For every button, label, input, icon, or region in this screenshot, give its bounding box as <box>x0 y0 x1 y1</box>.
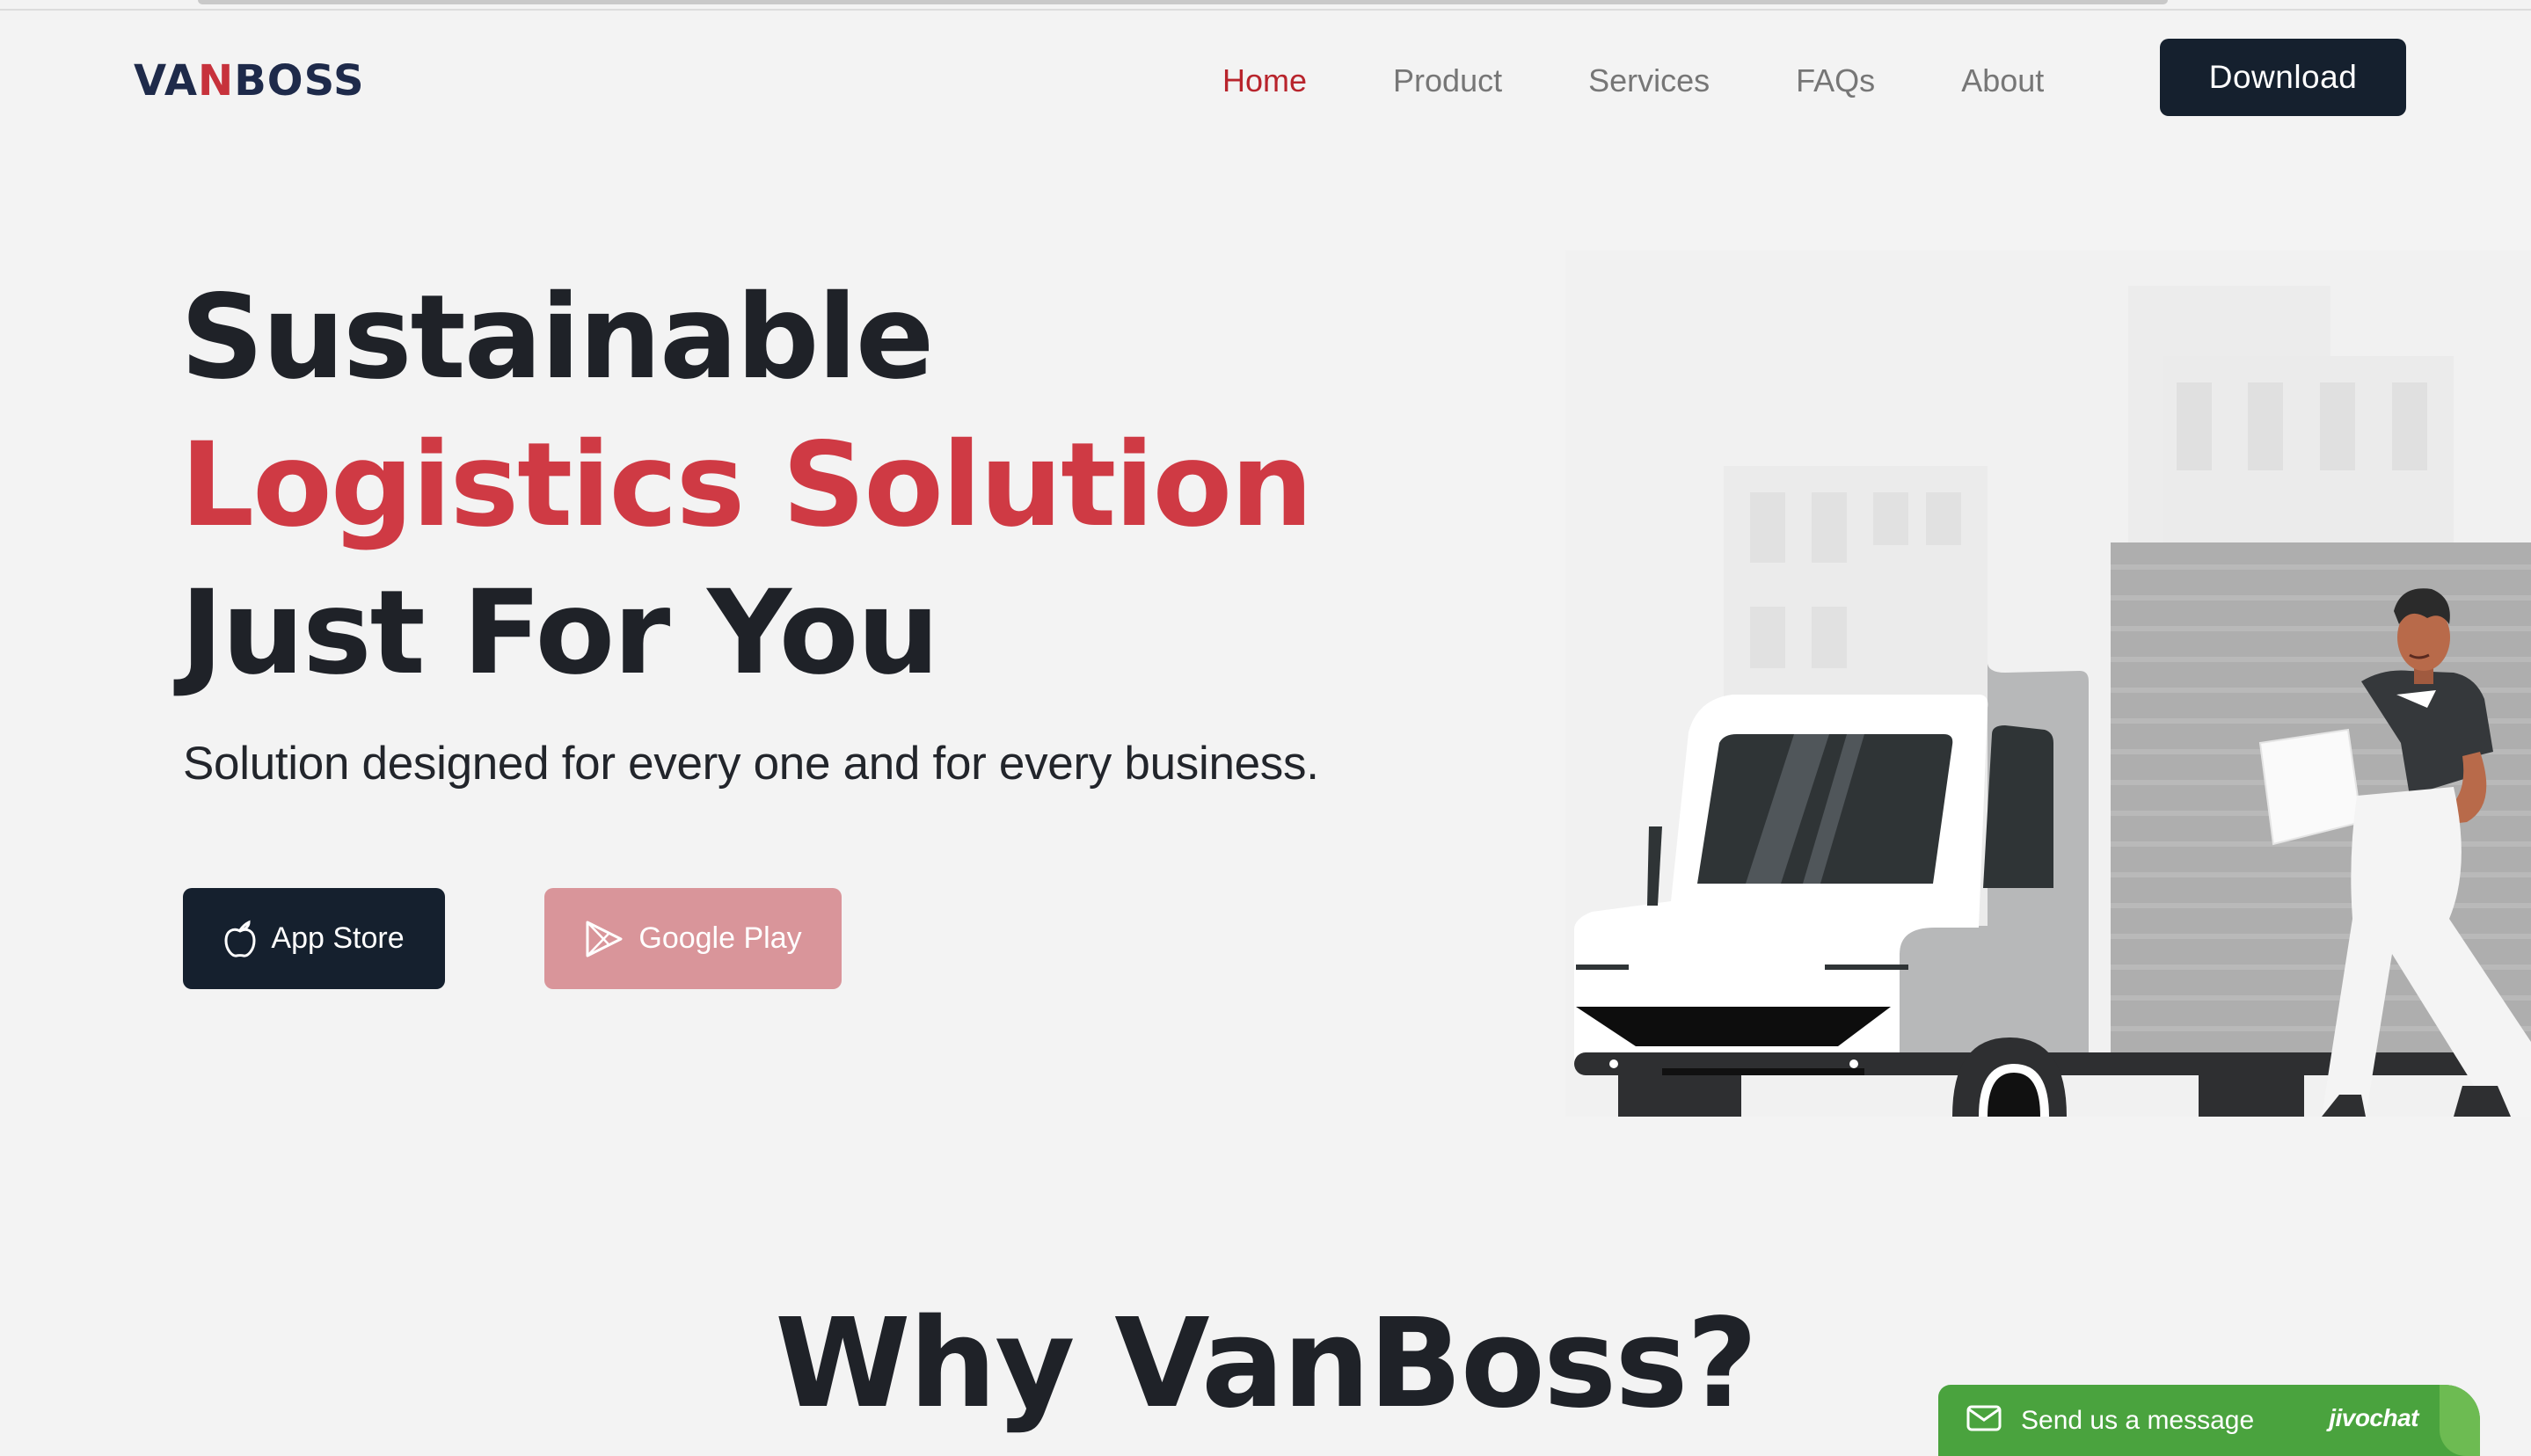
mail-icon <box>1966 1405 2002 1436</box>
nav-links: Home Product Services FAQs About <box>1222 55 2044 107</box>
google-play-button[interactable]: Google Play <box>544 888 842 989</box>
chat-widget-button[interactable]: Send us a message jivochat <box>1938 1385 2480 1456</box>
app-store-button[interactable]: App Store <box>183 888 445 989</box>
hero-title-line-2: Logistics Solution <box>180 418 1313 553</box>
logo-text-mark: N <box>198 56 235 106</box>
nav-link-product[interactable]: Product <box>1393 62 1502 99</box>
logo-text-left: VA <box>134 56 199 106</box>
vanboss-logo[interactable]: VA N BOSS <box>134 53 389 109</box>
hero-title: Sustainable Logistics Solution Just For … <box>180 264 1587 707</box>
hero-title-line-3: Just For You <box>180 565 939 701</box>
download-button[interactable]: Download <box>2160 39 2406 116</box>
app-store-label: App Store <box>271 921 405 955</box>
logo-text-right: BOSS <box>234 56 365 106</box>
top-navbar: VA N BOSS Home Product Services FAQs About… <box>0 0 2531 158</box>
delivery-truck-illustration <box>1565 251 2531 1117</box>
nav-link-about[interactable]: About <box>1961 62 2044 99</box>
hero-title-line-1: Sustainable <box>180 270 934 405</box>
nav-link-home[interactable]: Home <box>1222 62 1307 99</box>
jivochat-brand: jivochat <box>2329 1404 2418 1431</box>
google-play-label: Google Play <box>638 921 802 955</box>
nav-link-faqs[interactable]: FAQs <box>1796 62 1875 99</box>
hero-subtitle: Solution designed for every one and for … <box>183 738 1319 790</box>
chat-widget-label: Send us a message <box>2021 1405 2255 1435</box>
play-icon <box>584 920 624 958</box>
nav-link-services[interactable]: Services <box>1588 62 1710 99</box>
apple-icon <box>223 920 257 958</box>
